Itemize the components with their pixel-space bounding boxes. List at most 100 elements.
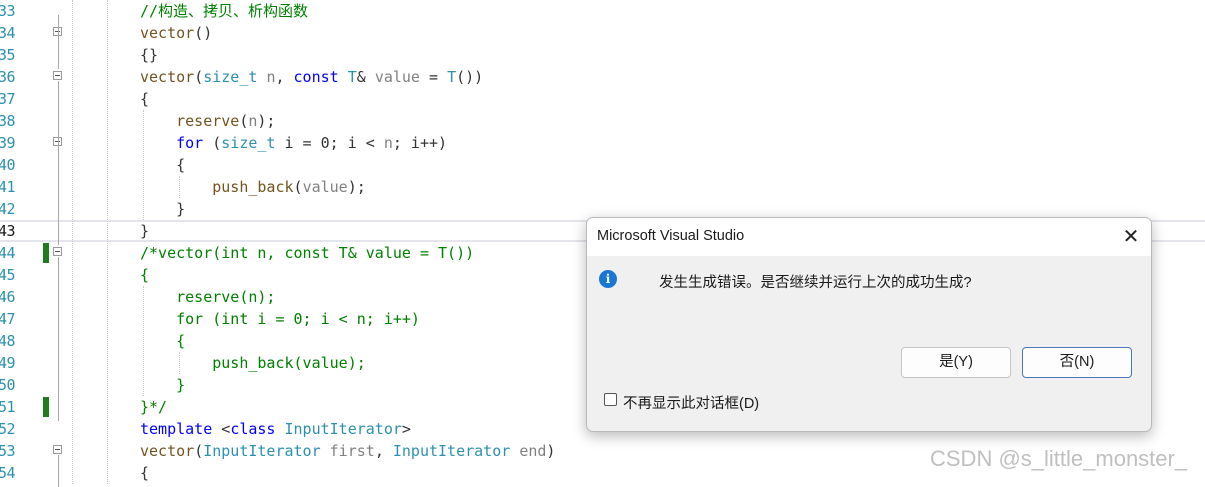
yes-button[interactable]: 是(Y) bbox=[901, 347, 1011, 378]
code-text: { bbox=[140, 330, 185, 352]
line-number: 33 bbox=[0, 2, 16, 20]
change-indicator bbox=[43, 243, 49, 263]
no-button[interactable]: 否(N) bbox=[1022, 347, 1132, 378]
code-text: {} bbox=[140, 44, 158, 66]
code-token: = bbox=[419, 68, 448, 86]
code-token: }*/ bbox=[140, 398, 168, 416]
line-number: 46 bbox=[0, 288, 16, 306]
code-token: for (int i = 0; i < n; i++) bbox=[140, 310, 420, 328]
dont-show-again-checkbox[interactable] bbox=[604, 393, 617, 406]
dialog-message: 发生生成错误。是否继续并运行上次的成功生成? bbox=[659, 275, 972, 291]
line-number: 53 bbox=[0, 442, 16, 460]
code-text: } bbox=[140, 374, 185, 396]
csdn-watermark: CSDN @s_little_monster_ bbox=[930, 446, 1188, 471]
line-number: 48 bbox=[0, 332, 16, 350]
info-icon: i bbox=[599, 270, 617, 288]
code-text: vector() bbox=[140, 22, 212, 44]
line-number: 44 bbox=[0, 244, 16, 262]
code-line[interactable]: 38 reserve(n); bbox=[0, 110, 1205, 132]
code-text: vector(InputIterator first, InputIterato… bbox=[140, 440, 555, 462]
code-token: value bbox=[302, 178, 348, 196]
code-token: size_t bbox=[203, 68, 258, 86]
line-number: 42 bbox=[0, 200, 16, 218]
code-token: InputIterator bbox=[284, 420, 402, 438]
code-token: { bbox=[140, 332, 186, 350]
code-token: template bbox=[140, 420, 213, 438]
line-number: 52 bbox=[0, 420, 16, 438]
code-token: } bbox=[140, 200, 186, 218]
code-token: T bbox=[447, 68, 457, 86]
line-number: 49 bbox=[0, 354, 16, 372]
dialog-title: Microsoft Visual Studio bbox=[597, 228, 745, 244]
code-token: , bbox=[275, 68, 294, 86]
code-line[interactable]: 34 vector() bbox=[0, 22, 1205, 44]
outline-bar bbox=[58, 455, 59, 487]
code-text: } bbox=[140, 198, 185, 220]
code-line[interactable]: 39 for (size_t i = 0; i < n; i++) bbox=[0, 132, 1205, 154]
code-token: /*vector(int n, const T& value = T()) bbox=[140, 244, 475, 262]
indent-guide bbox=[143, 286, 144, 396]
code-text: template <class InputIterator> bbox=[140, 418, 411, 440]
code-token: n bbox=[383, 134, 393, 152]
indent-guide bbox=[179, 176, 180, 198]
code-token: ); bbox=[257, 112, 276, 130]
code-token: ; i++) bbox=[392, 134, 448, 152]
code-line[interactable]: 36 vector(size_t n, const T& value = T()) bbox=[0, 66, 1205, 88]
code-token: ()) bbox=[456, 68, 484, 86]
line-number: 34 bbox=[0, 24, 16, 42]
code-token: {} bbox=[140, 46, 159, 64]
outline-bar bbox=[58, 15, 59, 69]
code-line[interactable]: 35 {} bbox=[0, 44, 1205, 66]
dialog-titlebar: Microsoft Visual Studio ✕ bbox=[587, 218, 1151, 256]
code-token: push_back(value); bbox=[140, 354, 366, 372]
line-number: 35 bbox=[0, 46, 16, 64]
collapse-icon[interactable] bbox=[53, 445, 62, 454]
code-token: reserve(n); bbox=[140, 288, 276, 306]
line-number: 36 bbox=[0, 68, 16, 86]
code-token: vector bbox=[140, 24, 195, 42]
indent-guide bbox=[179, 352, 180, 374]
change-indicator bbox=[43, 397, 49, 417]
code-token: value bbox=[374, 68, 420, 86]
code-token: ( bbox=[203, 134, 222, 152]
code-text: reserve(n); bbox=[140, 110, 275, 132]
close-icon[interactable]: ✕ bbox=[1117, 224, 1145, 250]
code-text: //构造、拷贝、析构函数 bbox=[140, 0, 308, 22]
code-token: ); bbox=[347, 178, 366, 196]
code-token: class bbox=[230, 420, 276, 438]
code-text: for (size_t i = 0; i < n; i++) bbox=[140, 132, 447, 154]
code-token: size_t bbox=[221, 134, 276, 152]
code-text: }*/ bbox=[140, 396, 167, 418]
code-token: i = 0; i < bbox=[275, 134, 384, 152]
code-line[interactable]: 37 { bbox=[0, 88, 1205, 110]
line-number: 50 bbox=[0, 376, 16, 394]
code-token: ( bbox=[293, 178, 303, 196]
code-line[interactable]: 33 //构造、拷贝、析构函数 bbox=[0, 0, 1205, 22]
code-token: } bbox=[140, 376, 186, 394]
line-number: 37 bbox=[0, 90, 16, 108]
line-number: 45 bbox=[0, 266, 16, 284]
code-line[interactable]: 41 push_back(value); bbox=[0, 176, 1205, 198]
line-number: 43 bbox=[0, 222, 16, 240]
code-text: } bbox=[140, 222, 149, 240]
line-number: 41 bbox=[0, 178, 16, 196]
code-token: for bbox=[176, 134, 204, 152]
collapse-icon[interactable] bbox=[53, 247, 62, 256]
indent-guide bbox=[72, 0, 73, 484]
code-token: first bbox=[329, 442, 375, 460]
code-text: { bbox=[140, 88, 149, 110]
code-token: //构造、拷贝、析构函数 bbox=[140, 2, 309, 20]
vs-message-dialog: Microsoft Visual Studio ✕ i 发生生成错误。是否继续并… bbox=[586, 217, 1152, 432]
code-line[interactable]: 40 { bbox=[0, 154, 1205, 176]
collapse-icon[interactable] bbox=[53, 71, 62, 80]
code-token: vector bbox=[140, 442, 195, 460]
outline-bar bbox=[58, 147, 59, 223]
code-token: InputIterator bbox=[392, 442, 511, 460]
code-token: & bbox=[356, 68, 375, 86]
code-token: () bbox=[194, 24, 213, 42]
line-number: 39 bbox=[0, 134, 16, 152]
outline-bar bbox=[58, 257, 59, 421]
